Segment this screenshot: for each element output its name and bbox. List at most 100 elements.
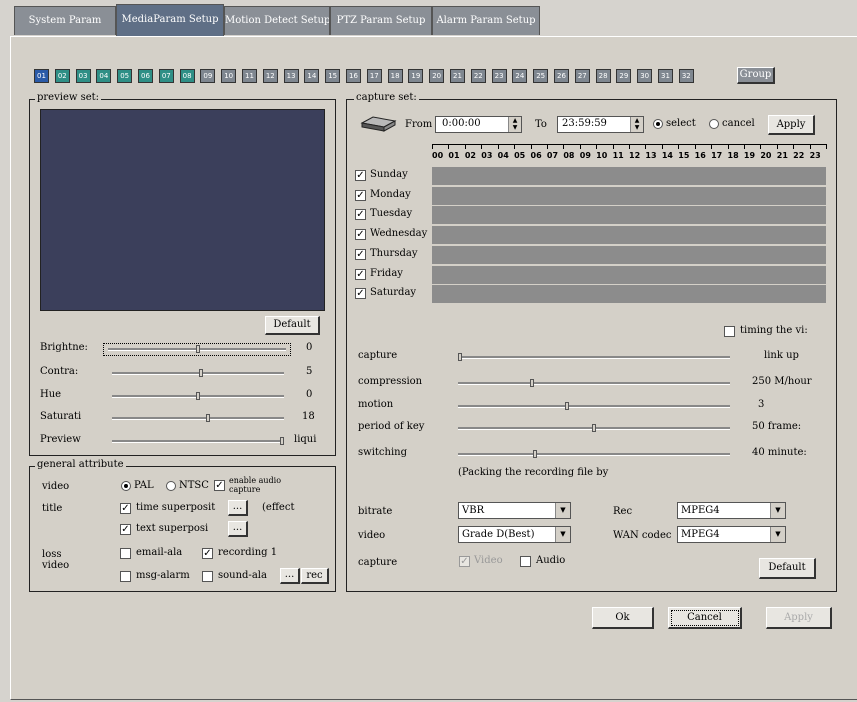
channel-button-12[interactable]: 12 (262, 69, 278, 83)
sound-alarm-checkbox[interactable] (202, 571, 213, 582)
channel-button-21[interactable]: 21 (450, 69, 465, 83)
channel-button-05[interactable]: 05 (117, 69, 133, 83)
tab-alarm-param[interactable]: Alarm Param Setup (432, 6, 540, 35)
preview-slider-thumb[interactable] (206, 414, 211, 422)
channel-button-27[interactable]: 27 (574, 69, 590, 83)
channel-button-16[interactable]: 16 (346, 69, 361, 83)
to-time-input[interactable]: 23:59:59 ▲ ▼ (557, 116, 644, 133)
schedule-bar-friday[interactable] (432, 265, 826, 285)
enable-audio-checkbox[interactable]: ✓ (214, 480, 225, 491)
text-superpose-checkbox[interactable]: ✓ (120, 524, 131, 535)
tab-media-param[interactable]: MediaParam Setup (116, 4, 224, 37)
capture-param-thumb[interactable] (530, 379, 535, 387)
recording-checkbox[interactable]: ✓ (202, 548, 213, 559)
cancel-button[interactable]: Cancel (668, 607, 742, 629)
channel-button-17[interactable]: 17 (366, 69, 382, 83)
schedule-bar-wednesday[interactable] (432, 226, 826, 246)
from-time-spinner[interactable]: ▲ ▼ (508, 117, 521, 132)
channel-button-19[interactable]: 19 (408, 69, 424, 83)
day-checkbox-tuesday[interactable]: ✓ (355, 209, 366, 221)
capture-param-track[interactable] (458, 453, 730, 456)
email-alarm-checkbox[interactable] (120, 548, 131, 559)
channel-button-11[interactable]: 11 (242, 69, 257, 83)
sound-alarm-more-button[interactable]: ... (280, 568, 300, 584)
preview-default-button[interactable]: Default (265, 316, 320, 335)
channel-button-03[interactable]: 03 (75, 69, 91, 83)
cancel-radio[interactable] (709, 119, 719, 129)
preview-slider-thumb[interactable] (280, 437, 284, 445)
time-superpose-checkbox[interactable]: ✓ (120, 503, 131, 514)
rec-button[interactable]: rec (301, 568, 329, 584)
channel-button-07[interactable]: 07 (158, 69, 174, 83)
pal-radio[interactable] (121, 481, 131, 491)
channel-button-22[interactable]: 22 (470, 69, 486, 83)
schedule-bar-thursday[interactable] (432, 245, 826, 265)
preview-slider-thumb[interactable] (196, 345, 200, 353)
channel-button-18[interactable]: 18 (387, 69, 403, 83)
tab-ptz-param[interactable]: PTZ Param Setup (330, 6, 432, 35)
preview-slider-track[interactable] (112, 440, 284, 443)
channel-button-08[interactable]: 08 (179, 69, 195, 83)
preview-slider-thumb[interactable] (199, 369, 204, 377)
chevron-down-icon[interactable]: ▼ (770, 527, 785, 542)
channel-button-25[interactable]: 25 (533, 69, 549, 83)
channel-button-26[interactable]: 26 (554, 69, 569, 83)
preview-slider-track[interactable] (112, 417, 284, 420)
capture-param-track[interactable] (458, 405, 730, 408)
channel-button-23[interactable]: 23 (491, 69, 507, 83)
day-checkbox-thursday[interactable]: ✓ (355, 248, 366, 260)
chevron-down-icon[interactable]: ▼ (555, 527, 570, 542)
msg-alarm-checkbox[interactable] (120, 571, 131, 582)
channel-button-10[interactable]: 10 (221, 69, 237, 83)
text-superpose-more-button[interactable]: ... (228, 521, 248, 537)
day-checkbox-monday[interactable]: ✓ (355, 189, 366, 201)
tab-motion-detect[interactable]: Motion Detect Setup (224, 6, 330, 35)
preview-slider-track[interactable] (112, 372, 284, 375)
channel-button-01[interactable]: 01 (34, 69, 49, 83)
channel-button-28[interactable]: 28 (595, 69, 611, 83)
channel-button-04[interactable]: 04 (96, 69, 112, 83)
schedule-bar-monday[interactable] (432, 186, 826, 206)
capture-apply-button[interactable]: Apply (768, 115, 815, 135)
day-checkbox-friday[interactable]: ✓ (355, 268, 366, 280)
preview-slider-thumb[interactable] (196, 392, 200, 400)
channel-button-13[interactable]: 13 (283, 69, 299, 83)
group-button[interactable]: Group (737, 67, 775, 84)
channel-button-20[interactable]: 20 (429, 69, 445, 83)
capture-param-track[interactable] (458, 382, 730, 385)
capture-param-thumb[interactable] (533, 450, 538, 458)
from-time-input[interactable]: 0:00:00 ▲ ▼ (435, 116, 522, 133)
schedule-bar-saturday[interactable] (432, 285, 826, 305)
schedule-bar-tuesday[interactable] (432, 206, 826, 226)
channel-button-32[interactable]: 32 (678, 69, 694, 83)
chevron-down-icon[interactable]: ▼ (555, 503, 570, 518)
video-preview[interactable] (40, 109, 325, 311)
capture-param-track[interactable] (458, 356, 730, 359)
channel-button-02[interactable]: 02 (54, 69, 70, 83)
wan-codec-select[interactable]: MPEG4 ▼ (677, 526, 786, 543)
capture-default-button[interactable]: Default (759, 558, 816, 579)
tab-system-param[interactable]: System Param (14, 6, 116, 35)
capture-param-thumb[interactable] (565, 402, 570, 410)
schedule-bar-sunday[interactable] (432, 167, 826, 186)
capture-param-thumb[interactable] (458, 353, 462, 361)
bitrate-select[interactable]: VBR ▼ (458, 502, 571, 519)
select-radio[interactable] (653, 119, 663, 129)
audio-checkbox[interactable] (520, 556, 531, 567)
channel-button-31[interactable]: 31 (658, 69, 673, 83)
timing-checkbox[interactable] (724, 326, 735, 337)
channel-button-29[interactable]: 29 (616, 69, 632, 83)
apply-button[interactable]: Apply (766, 607, 832, 629)
channel-button-24[interactable]: 24 (512, 69, 528, 83)
rec-codec-select[interactable]: MPEG4 ▼ (677, 502, 786, 519)
video-checkbox[interactable]: ✓ (459, 556, 470, 567)
time-superpose-more-button[interactable]: ... (228, 500, 248, 516)
video-quality-select[interactable]: Grade D(Best) ▼ (458, 526, 571, 543)
channel-button-06[interactable]: 06 (138, 69, 153, 83)
channel-button-09[interactable]: 09 (200, 69, 216, 83)
channel-button-30[interactable]: 30 (637, 69, 653, 83)
day-checkbox-sunday[interactable]: ✓ (355, 170, 366, 181)
capture-param-thumb[interactable] (592, 424, 596, 432)
channel-button-15[interactable]: 15 (325, 69, 341, 83)
ntsc-radio[interactable] (166, 481, 176, 491)
